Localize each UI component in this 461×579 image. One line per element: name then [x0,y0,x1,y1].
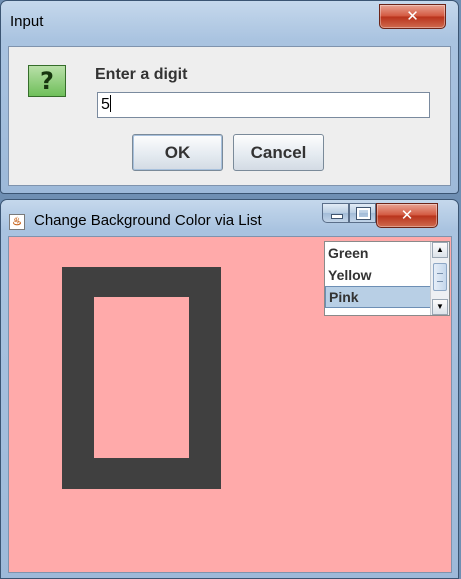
close-icon: ✕ [406,7,419,25]
dialog-title: Input [10,13,44,30]
window-title: Change Background Color via List [34,212,262,229]
list-item-pink[interactable]: Pink [325,286,431,308]
list-scrollbar[interactable]: ▲ ▼ [430,242,449,315]
java-icon: ♨ [9,214,25,230]
maximize-button[interactable] [349,203,376,223]
dialog-body: ? Enter a digit 5 OK Cancel [8,46,451,186]
prompt-label: Enter a digit [95,66,188,83]
window-close-button[interactable]: ✕ [376,203,438,228]
list-item-green[interactable]: Green [325,242,431,264]
digit-zero-shape [62,267,221,489]
scroll-down-arrow-icon[interactable]: ▼ [432,299,448,315]
close-icon: ✕ [400,206,414,224]
cancel-button[interactable]: Cancel [233,134,324,171]
minimize-button[interactable] [322,203,349,223]
ok-button[interactable]: OK [132,134,223,171]
digit-zero-hole [94,297,189,458]
dialog-close-button[interactable]: ✕ [379,4,446,29]
scroll-up-arrow-icon[interactable]: ▲ [432,242,448,258]
color-list[interactable]: Green Yellow Pink ▲ ▼ [324,241,450,316]
digit-input[interactable]: 5 [97,92,430,118]
question-icon: ? [28,65,66,97]
drawing-panel: Green Yellow Pink ▲ ▼ [8,236,452,573]
digit-input-value: 5 [101,96,110,113]
scroll-thumb[interactable] [433,263,447,291]
list-item-yellow[interactable]: Yellow [325,264,431,286]
color-list-window: ♨ Change Background Color via List ✕ Gre… [0,199,459,579]
text-caret [109,95,111,112]
input-dialog: Input ✕ ? Enter a digit 5 OK Cancel [0,0,459,194]
